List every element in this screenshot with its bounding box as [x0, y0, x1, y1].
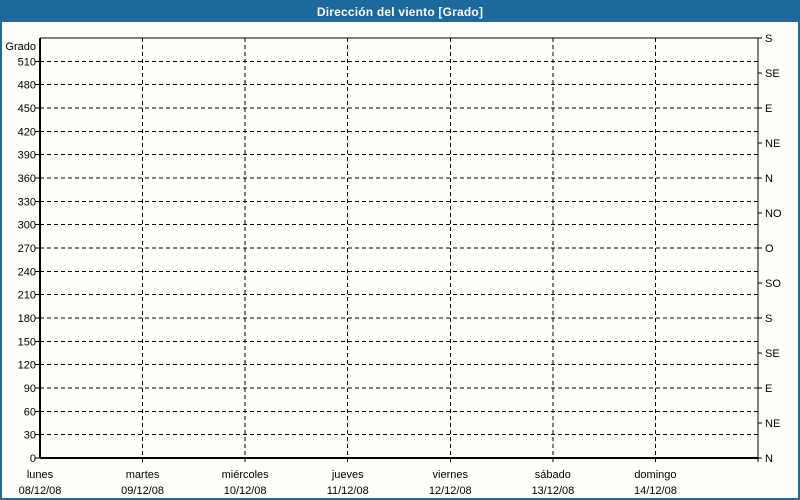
x-axis-day-label: miércoles: [222, 469, 270, 481]
compass-axis-tick-label: NE: [765, 138, 780, 150]
compass-axis-tick-label: O: [765, 243, 774, 255]
x-axis-date-label: 11/12/08: [327, 485, 369, 497]
x-axis-date-label: 13/12/08: [531, 485, 574, 497]
x-axis-date-label: 10/12/08: [224, 485, 267, 497]
x-axis-date-label: 14/12/08: [634, 485, 677, 497]
y-axis-tick-label: 210: [18, 290, 36, 302]
y-axis-tick-label: 330: [18, 196, 36, 208]
y-axis-tick-label: 180: [18, 313, 36, 325]
y-axis-tick-label: 450: [18, 103, 36, 115]
x-axis-day-label: lunes: [27, 469, 54, 481]
compass-axis-tick-label: S: [765, 33, 772, 45]
x-axis-day-label: jueves: [331, 469, 364, 481]
y-axis-tick-label: 120: [18, 360, 36, 372]
compass-axis-tick-label: NO: [765, 208, 782, 220]
x-axis-day-label: domingo: [634, 469, 676, 481]
x-axis-day-label: martes: [126, 469, 160, 481]
x-axis-date-label: 08/12/08: [19, 485, 62, 497]
y-axis-tick-label: 90: [24, 383, 36, 395]
x-axis-date-label: 09/12/08: [121, 485, 164, 497]
y-axis-tick-label: 0: [30, 453, 36, 465]
y-axis-tick-label: 480: [18, 80, 36, 92]
compass-axis-tick-label: NE: [765, 418, 780, 430]
y-axis-tick-label: 360: [18, 173, 36, 185]
chart-title-text: Dirección del viento [Grado]: [316, 5, 484, 19]
y-axis-tick-label: 30: [24, 430, 36, 442]
y-axis-tick-label: 240: [18, 266, 36, 278]
compass-axis-tick-label: E: [765, 383, 772, 395]
y-axis-tick-label: 510: [18, 56, 36, 68]
y-axis-tick-label: 300: [18, 220, 36, 232]
y-axis-tick-label: 150: [18, 336, 36, 348]
y-axis-tick-label: 390: [18, 150, 36, 162]
x-axis-day-label: viernes: [433, 469, 469, 481]
y-axis-tick-label: 270: [18, 243, 36, 255]
y-axis-tick-label: 60: [24, 406, 36, 418]
compass-axis-tick-label: S: [765, 313, 772, 325]
compass-axis-tick-label: SE: [765, 348, 780, 360]
chart-title-bar: Dirección del viento [Grado]: [2, 2, 798, 22]
chart-plot-area: Grado 0 30 60 90 120 150 180 210 240 270 300 330 360 3…: [2, 22, 798, 498]
y-axis-unit-label: Grado: [5, 41, 36, 53]
x-axis-date-label: 12/12/08: [429, 485, 472, 497]
x-axis-day-label: sábado: [535, 469, 571, 481]
compass-axis-tick-label: N: [765, 173, 773, 185]
compass-axis-tick-label: SE: [765, 68, 780, 80]
compass-axis-tick-label: SO: [765, 278, 781, 290]
compass-axis-tick-label: N: [765, 453, 773, 465]
compass-axis-tick-label: E: [765, 103, 772, 115]
y-axis-tick-label: 420: [18, 126, 36, 138]
chart-window: Dirección del viento [Grado] Grado 0 30 60 9…: [0, 0, 800, 500]
